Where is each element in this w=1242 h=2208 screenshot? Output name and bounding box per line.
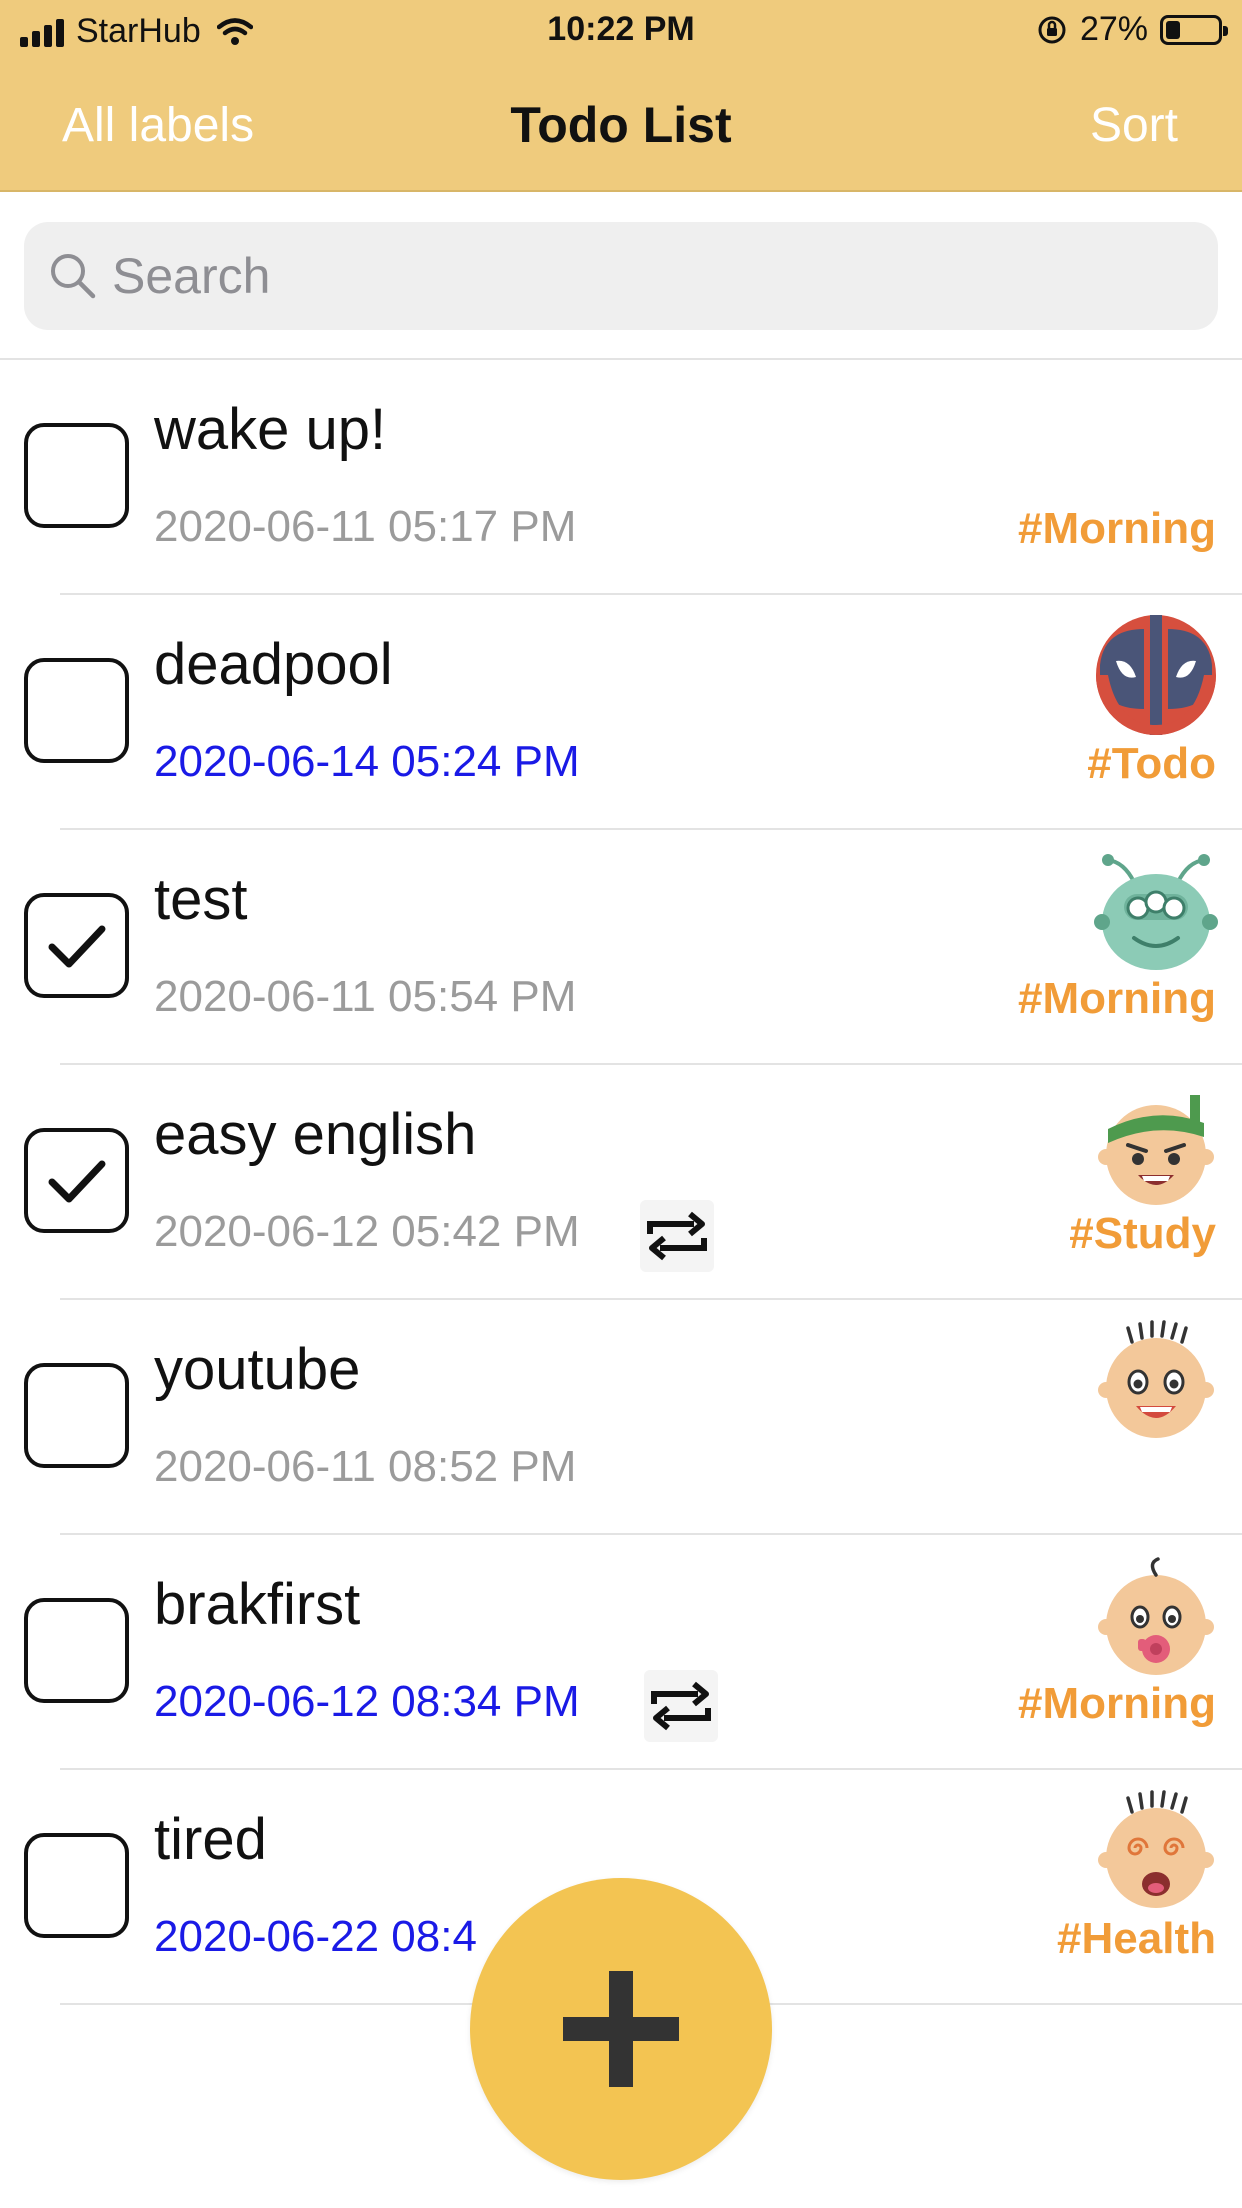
todo-date: 2020-06-11 05:54 PM <box>154 972 577 1021</box>
todo-date: 2020-06-11 08:52 PM <box>154 1442 577 1491</box>
todo-checkbox[interactable] <box>24 1363 129 1468</box>
todo-title: brakfirst <box>154 1572 361 1637</box>
checkmark-icon <box>48 1160 106 1203</box>
deadpool-mask-icon <box>1096 615 1216 735</box>
todo-checkbox[interactable] <box>24 658 129 763</box>
todo-date: 2020-06-14 05:24 PM <box>154 737 580 786</box>
todo-title: test <box>154 867 248 932</box>
todo-date: 2020-06-12 05:42 PM <box>154 1207 580 1256</box>
todo-label[interactable]: #Morning <box>1018 504 1216 554</box>
todo-checkbox[interactable] <box>24 423 129 528</box>
list-item[interactable]: test 2020-06-11 05:54 PM #Morning <box>0 830 1242 1065</box>
list-item[interactable]: easy english 2020-06-12 05:42 PM #Study <box>0 1065 1242 1300</box>
orientation-lock-icon <box>1038 16 1066 43</box>
add-todo-button[interactable] <box>470 1878 772 2180</box>
todo-label[interactable]: #Study <box>1069 1209 1216 1259</box>
alien-face-icon <box>1094 854 1218 970</box>
todo-checkbox[interactable] <box>24 1598 129 1703</box>
search-section <box>0 192 1242 360</box>
todo-label[interactable]: #Morning <box>1018 974 1216 1024</box>
todo-date: 2020-06-12 08:34 PM <box>154 1677 580 1726</box>
list-item[interactable]: wake up! 2020-06-11 05:17 PM #Morning <box>0 360 1242 595</box>
dizzy-face-icon <box>1098 1790 1214 1908</box>
todo-title: youtube <box>154 1337 361 1402</box>
todo-checkbox[interactable] <box>24 893 129 998</box>
todo-date: 2020-06-11 05:17 PM <box>154 502 577 551</box>
status-bar: StarHub 10:22 PM 27% <box>0 0 1242 64</box>
list-item[interactable]: deadpool 2020-06-14 05:24 PM #Todo <box>0 595 1242 830</box>
todo-app-screen: StarHub 10:22 PM 27% All labels Todo Lis… <box>0 0 1242 2208</box>
todo-checkbox[interactable] <box>24 1833 129 1938</box>
search-icon <box>51 254 96 299</box>
todo-list: wake up! 2020-06-11 05:17 PM #Morning de… <box>0 360 1242 2005</box>
header: StarHub 10:22 PM 27% All labels Todo Lis… <box>0 0 1242 192</box>
todo-title: tired <box>154 1807 267 1872</box>
baby-face-icon <box>1098 1557 1214 1675</box>
excited-face-icon <box>1098 1320 1214 1438</box>
todo-label[interactable]: #Health <box>1057 1914 1216 1964</box>
page-title: Todo List <box>510 97 732 153</box>
search-input[interactable] <box>112 247 1112 305</box>
status-right: 27% <box>1036 10 1228 49</box>
todo-title: deadpool <box>154 632 393 697</box>
repeat-icon <box>640 1200 714 1272</box>
checkmark-icon <box>48 925 106 968</box>
list-item[interactable]: youtube 2020-06-11 08:52 PM <box>0 1300 1242 1535</box>
todo-label[interactable]: #Todo <box>1087 739 1216 789</box>
todo-label[interactable]: #Morning <box>1018 1679 1216 1729</box>
todo-title: easy english <box>154 1102 477 1167</box>
sort-button[interactable]: Sort <box>1090 98 1178 153</box>
todo-date: 2020-06-22 08:4 <box>154 1912 477 1961</box>
headband-face-icon <box>1098 1095 1214 1205</box>
battery-icon <box>1160 14 1228 45</box>
todo-title: wake up! <box>154 397 387 462</box>
battery-percentage: 27% <box>1079 10 1148 48</box>
list-item[interactable]: brakfirst 2020-06-12 08:34 PM #Morning <box>0 1535 1242 1770</box>
todo-checkbox[interactable] <box>24 1128 129 1233</box>
repeat-icon <box>644 1670 718 1742</box>
search-bar[interactable] <box>24 222 1218 330</box>
